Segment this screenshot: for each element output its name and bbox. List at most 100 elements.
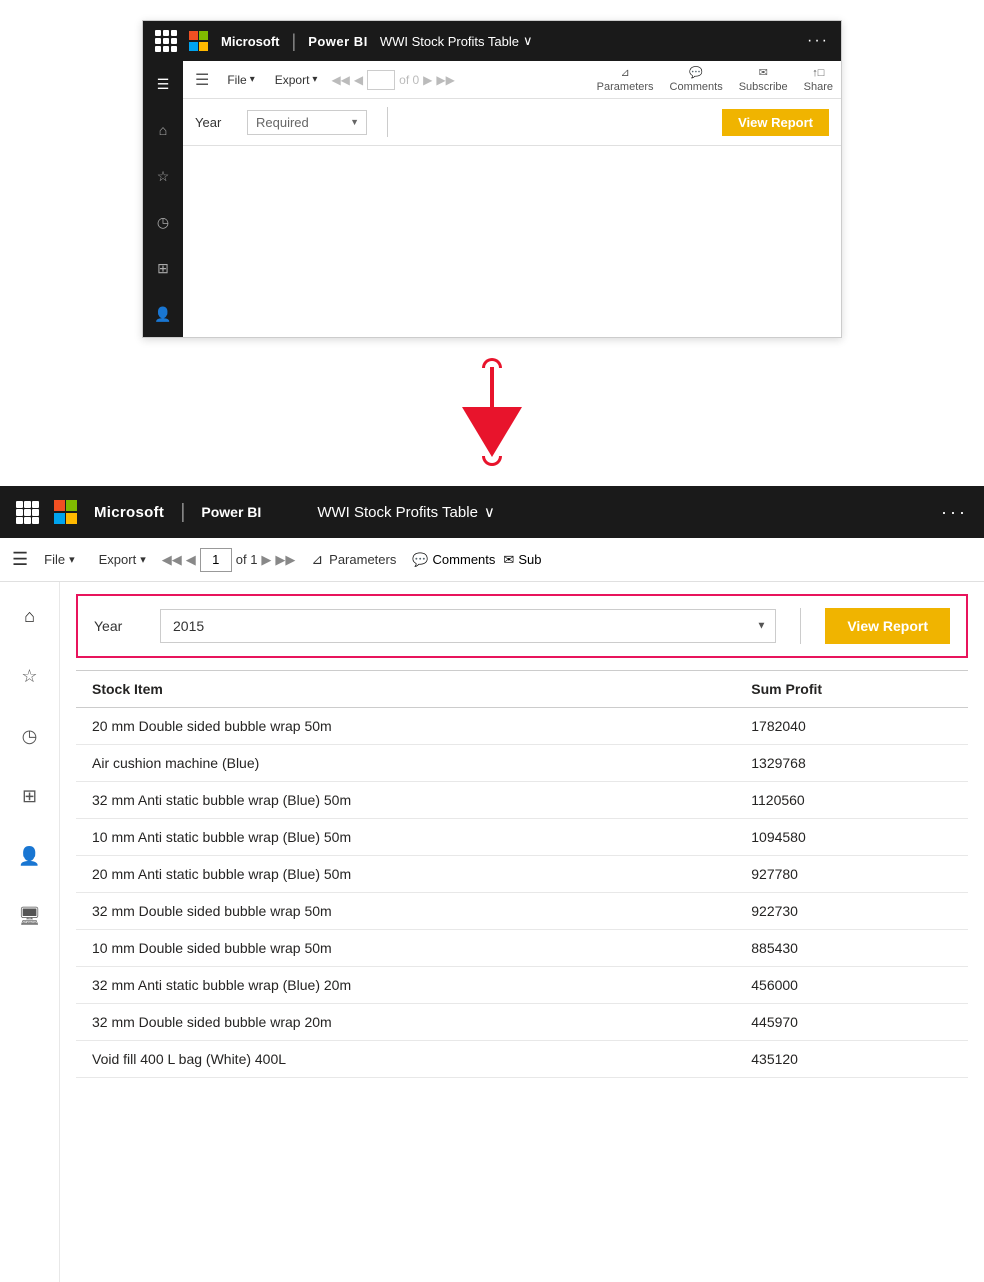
col-stock-item-header: Stock Item [76,671,735,708]
top-browser-window: Microsoft | Power BI WWI Stock Profits T… [142,20,842,338]
col-sum-profit-header: Sum Profit [735,671,968,708]
nav-first-bottom[interactable]: ◀◀ [162,552,182,568]
comments-button-top[interactable]: 💬 Comments [670,66,723,93]
year-select-wrapper-bottom: 2015 [160,609,776,643]
sidebar-icon-clock[interactable]: ◷ [148,207,178,237]
year-label-top: Year [195,115,235,130]
stock-item-cell: 32 mm Double sided bubble wrap 50m [76,893,735,930]
sidebar-star-bottom[interactable]: ☆ [12,658,48,694]
table-row: Void fill 400 L bag (White) 400L435120 [76,1041,968,1078]
page-input-bottom[interactable] [200,548,232,572]
report-name-top: WWI Stock Profits Table ∨ [380,33,533,49]
sidebar-icon-star[interactable]: ☆ [148,161,178,191]
params-row-top: Year Required View Report [183,99,841,146]
nav-prev-bottom[interactable]: ◀ [186,552,196,568]
table-row: 20 mm Double sided bubble wrap 50m178204… [76,708,968,745]
profit-cell: 1782040 [735,708,968,745]
data-table: Stock Item Sum Profit 20 mm Double sided… [76,670,968,1078]
profit-cell: 922730 [735,893,968,930]
microsoft-label: Microsoft [221,34,280,49]
profit-cell: 1329768 [735,745,968,782]
params-divider-top [387,107,388,137]
filter-icon-top: ⊿ [620,66,629,79]
arrow-shaft [490,367,494,407]
profit-cell: 445970 [735,1004,968,1041]
microsoft-label-bottom: Microsoft [94,504,164,521]
nav-next-bottom[interactable]: ▶ [261,552,271,568]
down-arrow [462,358,522,466]
subscribe-icon-bottom: ✉ [503,552,514,568]
arrow-curve-bottom [482,456,502,466]
nav-more-bottom[interactable]: ··· [941,502,968,523]
view-report-button-bottom[interactable]: View Report [825,608,950,644]
powerbi-brand: Power BI [308,34,368,49]
apps-grid-icon-bottom[interactable] [16,501,38,523]
top-section: Microsoft | Power BI WWI Stock Profits T… [0,0,984,338]
nav-more-top[interactable]: ··· [807,32,829,50]
profit-cell: 1094580 [735,819,968,856]
stock-item-cell: 32 mm Anti static bubble wrap (Blue) 50m [76,782,735,819]
page-navigation-bottom: ◀◀ ◀ of 1 ▶ ▶▶ [162,548,296,572]
sidebar-home-bottom[interactable]: ⌂ [12,598,48,634]
empty-content-area [183,146,841,266]
stock-item-cell: 32 mm Anti static bubble wrap (Blue) 20m [76,967,735,1004]
top-sidebar: ☰ ⌂ ☆ ◷ ⊞ 👤 [143,61,183,337]
comments-button-bottom[interactable]: 💬 Comments [412,552,495,568]
export-button-bottom[interactable]: Export ▾ [91,550,154,569]
nav-prev-top[interactable]: ◀ [354,73,363,87]
filter-icon-bottom: ⊿ [311,551,323,568]
report-name-bottom: WWI Stock Profits Table ∨ [317,503,495,521]
profit-cell: 456000 [735,967,968,1004]
bottom-toolbar: ☰ File ▾ Export ▾ ◀◀ ◀ of 1 ▶ ▶▶ ⊿ Param… [0,538,984,582]
file-button-top[interactable]: File ▾ [221,71,260,89]
main-layout: ⌂ ☆ ◷ ⊞ 👤 🖥 Year 2015 View Report [0,582,984,1282]
bottom-section: Microsoft | Power BI WWI Stock Profits T… [0,486,984,1282]
stock-item-cell: Void fill 400 L bag (White) 400L [76,1041,735,1078]
microsoft-logo-bottom [54,500,78,524]
report-content: Year 2015 View Report Stock Item Sum Pro… [60,582,984,1282]
top-toolbar: ☰ File ▾ Export ▾ ◀◀ ◀ of 0 ▶ [183,61,841,99]
export-button-top[interactable]: Export ▾ [269,71,324,89]
microsoft-logo [189,31,209,51]
year-select-bottom[interactable]: 2015 [160,609,776,643]
comments-icon-bottom: 💬 [412,552,428,568]
subscribe-button-top[interactable]: ✉ Subscribe [739,66,788,93]
year-select-wrapper-top: Required [247,110,367,135]
top-browser-body: ☰ ⌂ ☆ ◷ ⊞ 👤 ☰ File ▾ Export ▾ [143,61,841,337]
params-row-bottom: Year 2015 View Report [76,594,968,658]
sidebar-clock-bottom[interactable]: ◷ [12,718,48,754]
nav-last-bottom[interactable]: ▶▶ [275,552,295,568]
share-icon-top: ↑□ [812,67,824,79]
hamburger-icon-bottom[interactable]: ☰ [12,549,28,570]
hamburger-icon-top[interactable]: ☰ [191,66,213,94]
view-report-button-top[interactable]: View Report [722,109,829,136]
nav-last-top[interactable]: ▶▶ [436,73,454,87]
sidebar-icon-hamburger[interactable]: ☰ [148,69,178,99]
sidebar-apps-bottom[interactable]: ⊞ [12,778,48,814]
bottom-nav-bar: Microsoft | Power BI WWI Stock Profits T… [0,486,984,538]
parameters-button-bottom[interactable]: ⊿ Parameters [303,549,404,570]
nav-next-top[interactable]: ▶ [423,73,432,87]
nav-first-top[interactable]: ◀◀ [331,73,349,87]
sidebar-icon-home[interactable]: ⌂ [148,115,178,145]
page-input-top[interactable] [367,70,395,90]
sidebar-people-bottom[interactable]: 👤 [12,838,48,874]
parameters-button-top[interactable]: ⊿ Parameters [597,66,654,93]
sidebar-icon-people[interactable]: 👤 [148,299,178,329]
toolbar-icon-group-top: ⊿ Parameters 💬 Comments ✉ Subscribe ↑ [597,66,833,93]
year-select-top[interactable]: Required [247,110,367,135]
stock-item-cell: 20 mm Double sided bubble wrap 50m [76,708,735,745]
subscribe-icon-top: ✉ [759,66,768,79]
apps-grid-icon[interactable] [155,30,177,52]
share-button-top[interactable]: ↑□ Share [804,67,833,93]
table-row: 10 mm Anti static bubble wrap (Blue) 50m… [76,819,968,856]
file-button-bottom[interactable]: File ▾ [36,550,82,569]
table-row: 32 mm Double sided bubble wrap 20m445970 [76,1004,968,1041]
sidebar-icon-apps[interactable]: ⊞ [148,253,178,283]
subscribe-button-bottom[interactable]: ✉ Sub [503,552,541,568]
stock-item-cell: Air cushion machine (Blue) [76,745,735,782]
arrow-head [462,407,522,457]
top-main-area: ☰ File ▾ Export ▾ ◀◀ ◀ of 0 ▶ [183,61,841,337]
sidebar-bottom: ⌂ ☆ ◷ ⊞ 👤 🖥 [0,582,60,1282]
sidebar-screen-bottom[interactable]: 🖥 [12,898,48,934]
